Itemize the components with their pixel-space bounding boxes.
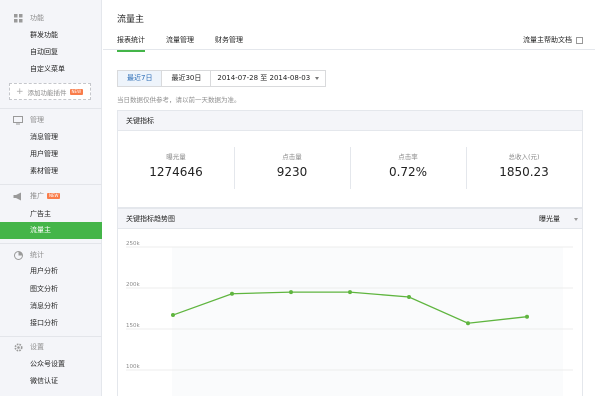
key-metrics-panel: 关键指标 曝光量 1274646 点击量 9230 点击率 0.72% 总收入(… xyxy=(117,110,583,208)
sidebar-section-manage: 管理 xyxy=(0,113,102,127)
metric-impressions: 曝光量 1274646 xyxy=(118,131,234,207)
metric-value: 9230 xyxy=(276,165,308,179)
help-doc-link[interactable]: 流量主帮助文档 xyxy=(523,35,583,45)
sidebar-item-message-analysis[interactable]: 消息分析 xyxy=(0,298,102,315)
add-plugin-button[interactable]: + 添加功能插件 NEW xyxy=(9,83,91,100)
external-link-icon xyxy=(576,36,583,44)
sidebar-item-advertiser[interactable]: 广告主 xyxy=(0,206,102,223)
date-range-controls: 最近7日 最近30日 2014-07-28 至 2014-08-03 xyxy=(117,70,327,87)
sidebar-item-account-settings[interactable]: 公众号设置 xyxy=(0,356,102,373)
tab-bar: 报表统计 流量管理 财务管理 流量主帮助文档 xyxy=(103,30,595,52)
sidebar-item-custom-menu[interactable]: 自定义菜单 xyxy=(0,61,102,78)
y-tick-label: 100k xyxy=(126,364,140,370)
metric-label: 点击量 xyxy=(282,153,302,161)
metric-value: 0.72% xyxy=(388,165,428,179)
gear-icon xyxy=(13,342,23,352)
data-point[interactable] xyxy=(466,321,470,326)
sidebar-section-label: 统计 xyxy=(30,251,44,259)
range-7-days-button[interactable]: 最近7日 xyxy=(117,70,163,87)
monitor-icon xyxy=(13,115,23,125)
page-title: 流量主 xyxy=(117,15,145,25)
metric-label: 曝光量 xyxy=(166,153,186,161)
sidebar-divider xyxy=(0,336,102,337)
trend-panel: 关键指标趋势图 曝光量 250k200k150k100k50k xyxy=(117,208,583,396)
sidebar-section-label-text: 推广 xyxy=(30,192,44,200)
new-badge: NEW xyxy=(47,193,61,199)
data-point[interactable] xyxy=(348,290,352,295)
metric-value: 1850.23 xyxy=(499,165,549,179)
grid-icon xyxy=(13,13,23,23)
sidebar-section-stats: 统计 xyxy=(0,248,102,262)
sidebar-section-label: 管理 xyxy=(30,116,44,124)
trend-metric-value: 曝光量 xyxy=(539,215,560,223)
data-point[interactable] xyxy=(289,290,293,295)
chevron-down-icon xyxy=(315,77,320,80)
chevron-down-icon xyxy=(574,217,578,221)
stats-icon xyxy=(13,250,23,260)
help-doc-label: 流量主帮助文档 xyxy=(523,36,572,44)
y-tick-label: 250k xyxy=(126,241,140,247)
sidebar-divider xyxy=(0,108,102,109)
y-tick-label: 200k xyxy=(126,282,140,288)
sidebar-item-verification[interactable]: 微信认证 xyxy=(0,373,102,390)
metric-label: 总收入(元) xyxy=(508,153,540,161)
sidebar-item-user-analysis[interactable]: 用户分析 xyxy=(0,263,102,280)
trend-line-chart: 250k200k150k100k50k xyxy=(126,241,573,396)
date-range-select[interactable]: 2014-07-28 至 2014-08-03 xyxy=(211,70,327,87)
chart-plot-background xyxy=(172,247,563,396)
metric-value: 1274646 xyxy=(149,165,203,179)
sidebar-section-label: 推广 NEW xyxy=(30,191,61,201)
sidebar-item-materials[interactable]: 素材管理 xyxy=(0,163,102,180)
plus-icon: + xyxy=(16,86,24,97)
sidebar: 功能 群发功能 自动回复 自定义菜单 + 添加功能插件 NEW 管理 消息管理 … xyxy=(0,0,102,396)
tab-finance-manage[interactable]: 财务管理 xyxy=(215,35,243,45)
sidebar-item-article-analysis[interactable]: 图文分析 xyxy=(0,281,102,298)
y-tick-label: 150k xyxy=(126,323,140,329)
range-30-days-button[interactable]: 最近30日 xyxy=(162,70,212,87)
metric-clicks: 点击量 9230 xyxy=(234,131,350,207)
sidebar-item-auto-reply[interactable]: 自动回复 xyxy=(0,44,102,61)
sidebar-divider xyxy=(0,184,102,185)
metric-label: 点击率 xyxy=(398,153,418,161)
data-point[interactable] xyxy=(407,295,411,300)
sidebar-section-function: 功能 xyxy=(0,11,102,25)
sidebar-item-api-analysis[interactable]: 接口分析 xyxy=(0,315,102,332)
metrics-row: 曝光量 1274646 点击量 9230 点击率 0.72% 总收入(元) 18… xyxy=(118,131,582,207)
metric-revenue: 总收入(元) 1850.23 xyxy=(466,131,582,207)
main-content: 流量主 报表统计 流量管理 财务管理 流量主帮助文档 最近7日 最近30日 20… xyxy=(103,0,595,396)
metric-ctr: 点击率 0.72% xyxy=(350,131,466,207)
data-notice: 当日数据仅供参考，请以前一天数据为准。 xyxy=(117,96,241,104)
data-point[interactable] xyxy=(230,291,234,296)
sidebar-section-promote: 推广 NEW xyxy=(0,189,102,203)
trend-title: 关键指标趋势图 xyxy=(126,215,175,223)
date-range-value: 2014-07-28 至 2014-08-03 xyxy=(217,74,311,82)
trend-metric-select[interactable]: 曝光量 xyxy=(539,209,578,229)
data-point[interactable] xyxy=(525,314,529,319)
add-plugin-label: 添加功能插件 xyxy=(27,88,67,97)
tab-report[interactable]: 报表统计 xyxy=(117,35,145,52)
sidebar-section-label: 设置 xyxy=(30,343,44,351)
new-badge: NEW xyxy=(69,88,84,95)
sidebar-section-label: 功能 xyxy=(30,14,44,22)
key-metrics-title: 关键指标 xyxy=(118,111,582,131)
tab-traffic-manage[interactable]: 流量管理 xyxy=(166,35,194,45)
sidebar-section-settings: 设置 xyxy=(0,340,102,354)
sidebar-divider xyxy=(0,243,102,244)
trend-panel-header: 关键指标趋势图 曝光量 xyxy=(118,209,582,229)
sidebar-item-messages[interactable]: 消息管理 xyxy=(0,129,102,146)
trend-chart-area: 250k200k150k100k50k xyxy=(118,229,582,396)
sidebar-item-mass-send[interactable]: 群发功能 xyxy=(0,27,102,44)
sidebar-item-traffic-owner[interactable]: 流量主 xyxy=(0,222,102,239)
megaphone-icon xyxy=(13,191,23,201)
data-point[interactable] xyxy=(171,313,175,318)
sidebar-item-users[interactable]: 用户管理 xyxy=(0,146,102,163)
